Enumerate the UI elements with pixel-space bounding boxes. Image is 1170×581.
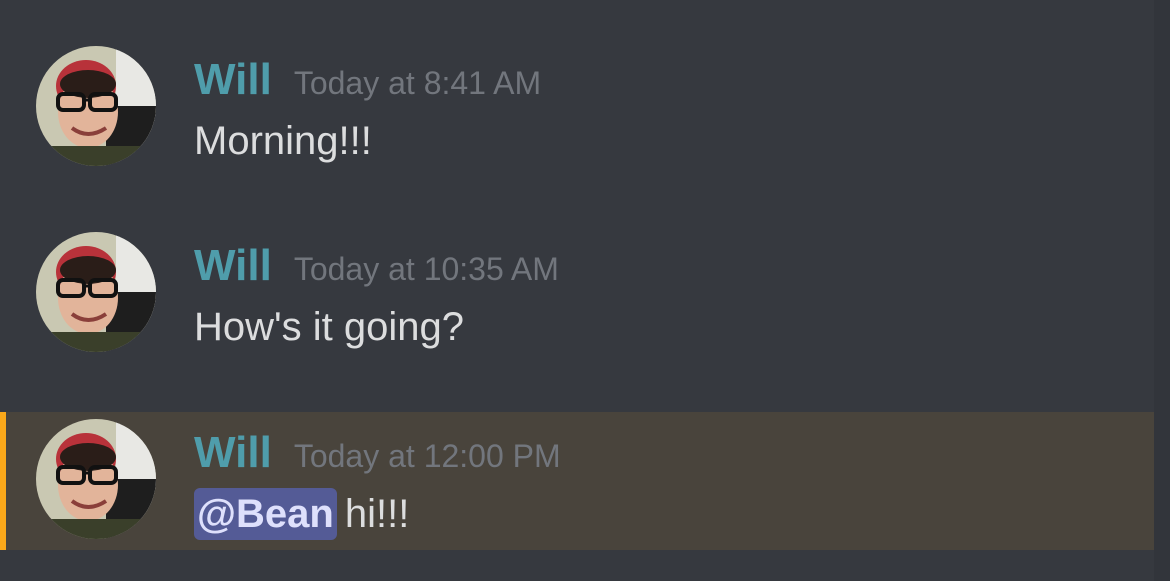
avatar-photo-icon xyxy=(36,419,156,539)
avatar-photo-icon xyxy=(36,232,156,352)
user-avatar[interactable] xyxy=(36,419,156,539)
message-timestamp: Today at 8:41 AM xyxy=(293,65,542,101)
username[interactable]: Will xyxy=(194,56,272,104)
avatar-photo-icon xyxy=(36,46,156,166)
chat-message[interactable]: Will Today at 10:35 AM How's it going? xyxy=(0,213,1154,353)
chat-message-mention-highlight[interactable]: Will Today at 12:00 PM @Bean hi!!! xyxy=(0,412,1154,550)
user-mention[interactable]: @Bean xyxy=(194,488,337,540)
user-avatar[interactable] xyxy=(36,46,156,166)
chat-message-list: Will Today at 8:41 AM Morning!!! Will To… xyxy=(0,0,1170,581)
message-timestamp: Today at 10:35 AM xyxy=(293,251,559,287)
message-text: @Bean hi!!! xyxy=(194,488,409,540)
message-header: Will Today at 8:41 AM xyxy=(194,56,541,104)
user-avatar[interactable] xyxy=(36,232,156,352)
username[interactable]: Will xyxy=(194,242,272,290)
chat-message[interactable]: Will Today at 8:41 AM Morning!!! xyxy=(0,27,1154,167)
scrollbar-track[interactable] xyxy=(1154,0,1170,581)
message-header: Will Today at 12:00 PM xyxy=(194,429,561,477)
message-text: How's it going? xyxy=(194,301,464,353)
username[interactable]: Will xyxy=(194,429,272,477)
message-body: Morning!!! xyxy=(194,119,372,163)
message-timestamp: Today at 12:00 PM xyxy=(293,438,561,474)
message-header: Will Today at 10:35 AM xyxy=(194,242,559,290)
message-body: How's it going? xyxy=(194,305,464,349)
message-text: Morning!!! xyxy=(194,115,372,167)
message-body: hi!!! xyxy=(344,492,410,536)
